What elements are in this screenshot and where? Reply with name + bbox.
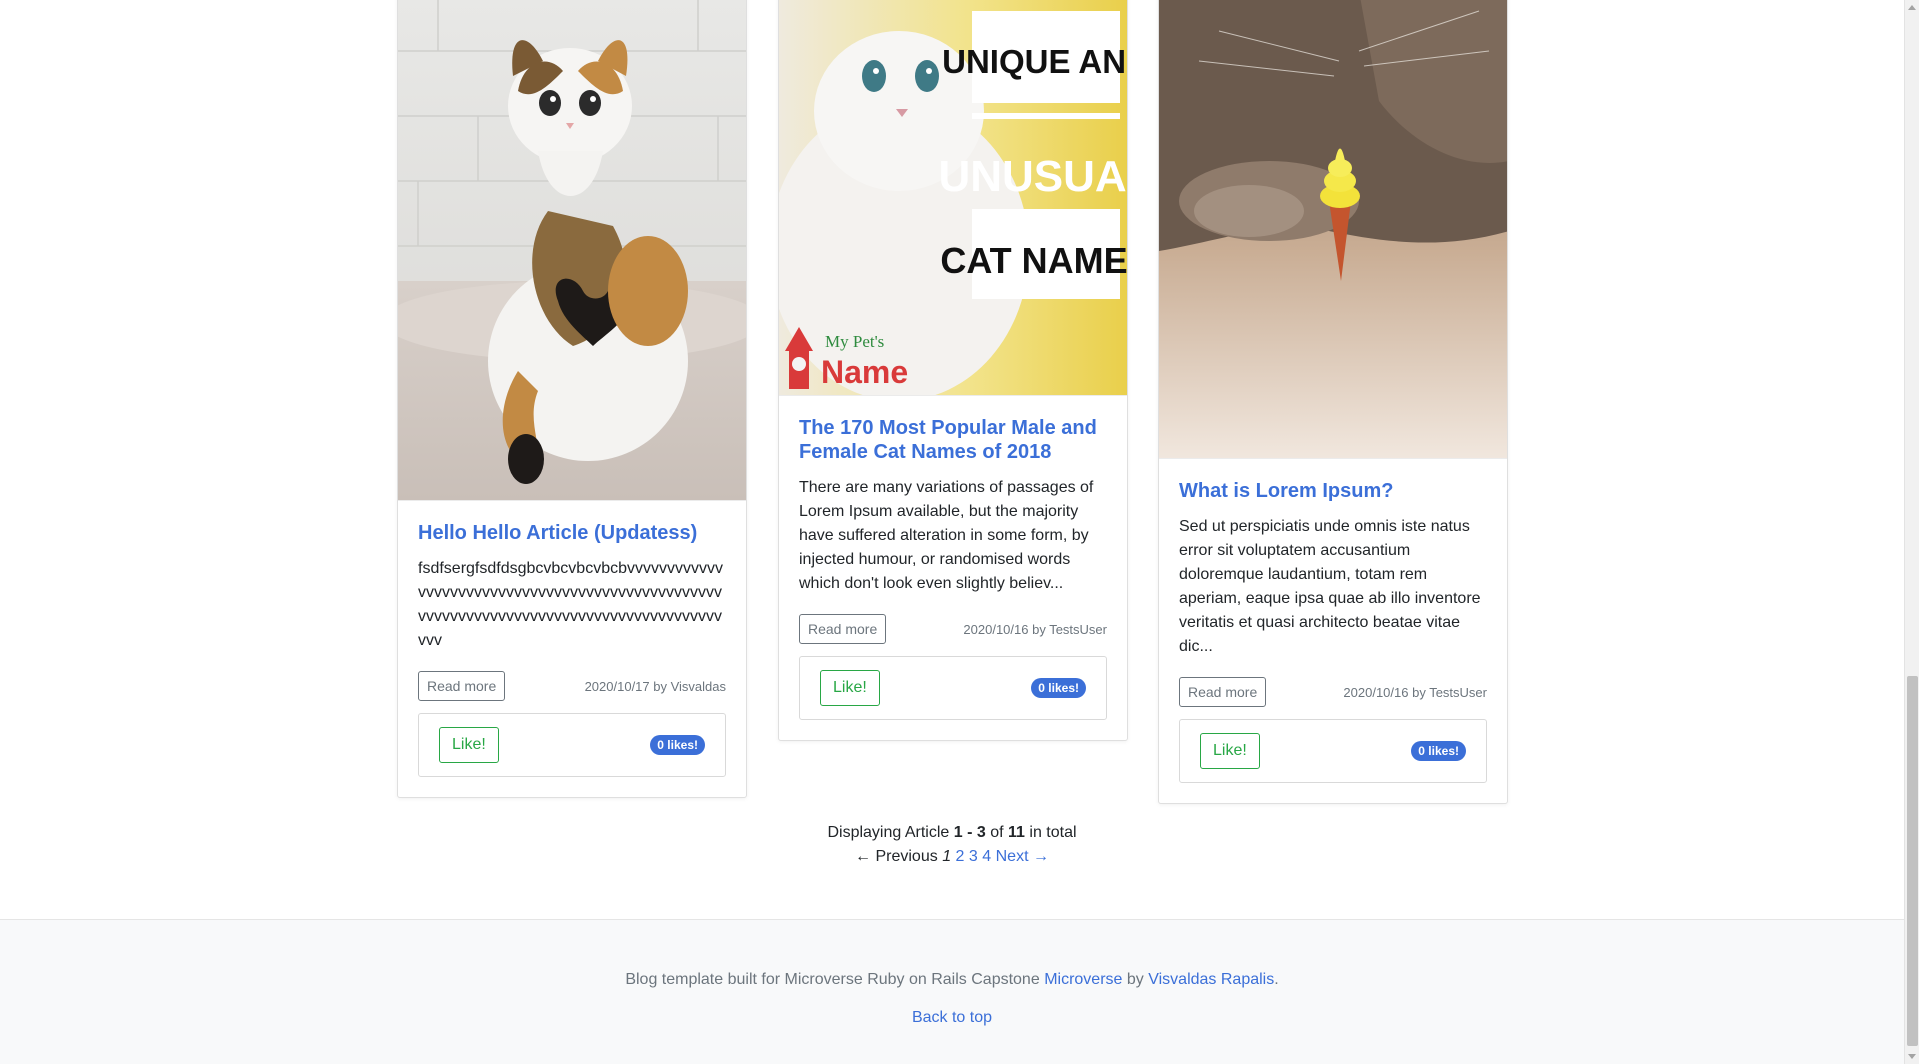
article-excerpt: fsdfsergfsdfdsgbcvbcvbcvbcbvvvvvvvvvvvvv… (418, 560, 723, 649)
like-button[interactable]: Like! (1200, 733, 1260, 769)
like-box: Like! 0 likes! (418, 713, 726, 777)
back-to-top-link[interactable]: Back to top (912, 1009, 992, 1026)
article-image-cat-names-banner[interactable]: UNIQUE AND UNUSUAL CAT NAMES My Pet's Na… (779, 0, 1127, 396)
scroll-up-arrow-icon[interactable] (1908, 5, 1916, 10)
article-title-link[interactable]: Hello Hello Article (Updatess) (418, 521, 726, 545)
article-meta: 2020/10/16 by TestsUser (963, 621, 1107, 637)
article-image-cat-ice-cream[interactable] (1159, 0, 1507, 459)
footer: Blog template built for Microverse Ruby … (0, 919, 1904, 1064)
author-link[interactable]: Visvaldas Rapalis (1148, 971, 1274, 988)
article-title-link[interactable]: The 170 Most Popular Male and Female Cat… (799, 416, 1107, 464)
article-title-link[interactable]: What is Lorem Ipsum? (1179, 479, 1487, 503)
article-card: UNIQUE AND UNUSUAL CAT NAMES My Pet's Na… (778, 0, 1128, 741)
svg-text:Name: Name (821, 354, 908, 390)
like-box: Like! 0 likes! (799, 656, 1107, 720)
footer-credits: Blog template built for Microverse Ruby … (625, 971, 1279, 988)
page-link-4[interactable]: 4 (982, 848, 991, 865)
banner-line-3: CAT NAMES (940, 240, 1127, 281)
scroll-thumb[interactable] (1907, 676, 1918, 1046)
likes-badge: 0 likes! (1031, 678, 1086, 698)
read-more-button[interactable]: Read more (1179, 677, 1267, 707)
likes-badge: 0 likes! (1411, 741, 1466, 761)
page-viewport: Hello Hello Article (Updatess) fsdfsergf… (0, 0, 1904, 1064)
cat-names-banner-image: UNIQUE AND UNUSUAL CAT NAMES My Pet's Na… (779, 0, 1127, 395)
article-excerpt: There are many variations of passages of… (799, 479, 1094, 592)
cat-ice-cream-image (1159, 0, 1507, 458)
page-link-3[interactable]: 3 (969, 848, 978, 865)
page-range: 1 - 3 (953, 824, 986, 841)
page-scrollbar[interactable] (1904, 0, 1919, 1064)
scroll-down-arrow-icon[interactable] (1908, 1054, 1916, 1059)
article-card: Hello Hello Article (Updatess) fsdfsergf… (397, 0, 747, 798)
pagination-summary: Displaying Article 1 - 3 of 11 in total (827, 824, 1077, 841)
banner-line-2: UNUSUAL (938, 152, 1127, 201)
read-more-button[interactable]: Read more (418, 671, 506, 701)
likes-badge: 0 likes! (650, 735, 705, 755)
article-excerpt: Sed ut perspiciatis unde omnis iste natu… (1179, 518, 1481, 655)
article-image-calico-kitten[interactable] (398, 0, 746, 501)
like-button[interactable]: Like! (820, 670, 880, 706)
microverse-link[interactable]: Microverse (1044, 971, 1122, 988)
calico-kitten-image (398, 0, 746, 500)
current-page: 1 (942, 848, 952, 865)
previous-disabled: ← Previous (855, 848, 938, 865)
pagination: ← Previous 1 2 3 4 Next → (0, 848, 1904, 866)
like-box: Like! 0 likes! (1179, 719, 1487, 783)
read-more-button[interactable]: Read more (799, 614, 887, 644)
next-page-link[interactable]: Next → (996, 848, 1049, 865)
article-meta: 2020/10/17 by Visvaldas (584, 678, 726, 694)
svg-text:My Pet's: My Pet's (825, 332, 884, 351)
like-button[interactable]: Like! (439, 727, 499, 763)
article-meta: 2020/10/16 by TestsUser (1343, 684, 1487, 700)
article-card: What is Lorem Ipsum? Sed ut perspiciatis… (1158, 0, 1508, 804)
total-count: 11 (1008, 824, 1025, 841)
page-link-2[interactable]: 2 (956, 848, 965, 865)
banner-line-1: UNIQUE AND (942, 43, 1127, 80)
